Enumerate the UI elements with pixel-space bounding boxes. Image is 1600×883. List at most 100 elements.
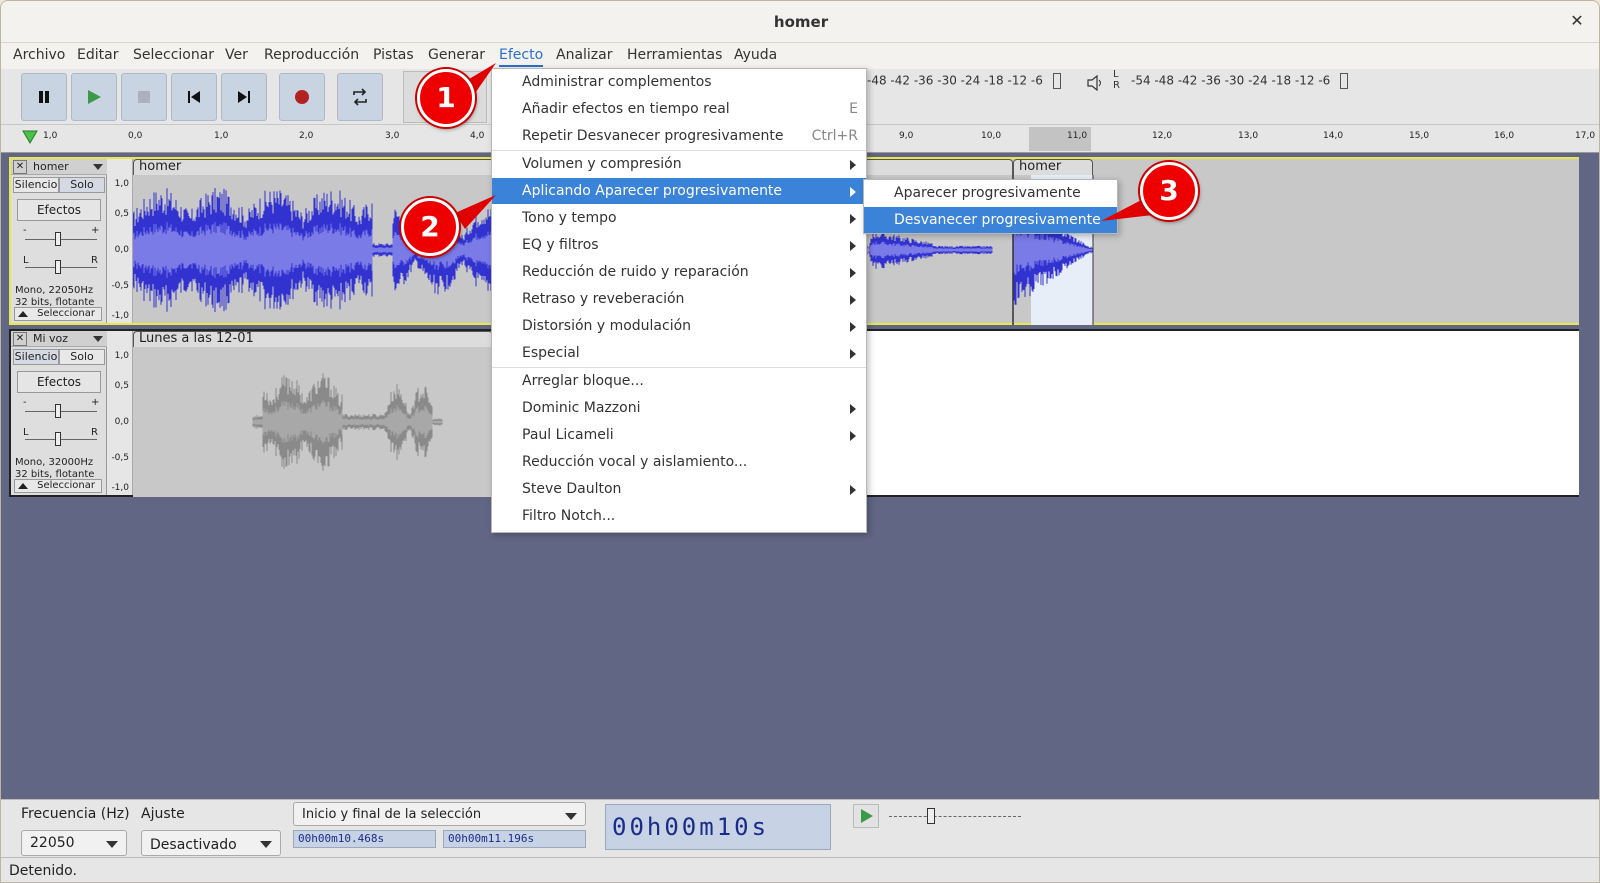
play-button[interactable] xyxy=(71,73,117,121)
mute-button[interactable]: Silencio xyxy=(13,349,59,365)
menu-herramientas[interactable]: Herramientas xyxy=(627,47,722,63)
menu-item-dominic-mazzoni[interactable]: Dominic Mazzoni xyxy=(492,395,866,421)
menu-item-steve-daulton[interactable]: Steve Daulton xyxy=(492,476,866,502)
menu-efecto[interactable]: Efecto xyxy=(499,47,544,67)
window-title: homer xyxy=(773,13,829,31)
ruler-tick: 1,0 xyxy=(43,131,58,141)
menu-item-reduccion-vocal[interactable]: Reducción vocal y aislamiento... xyxy=(492,449,866,475)
track-name-bar[interactable]: ✕ homer xyxy=(11,159,107,175)
speaker-icon[interactable] xyxy=(1086,74,1106,97)
skip-start-button[interactable] xyxy=(171,73,217,121)
menu-item-tono-tempo[interactable]: Tono y tempo xyxy=(492,205,866,231)
vertical-scale[interactable]: 1,0 0,5 0,0 -0,5 -1,0 xyxy=(107,331,133,495)
effects-button[interactable]: Efectos xyxy=(17,371,101,393)
ruler-tick: 0,0 xyxy=(128,131,143,141)
scale-label: -1,0 xyxy=(111,311,129,321)
record-meter-handle[interactable] xyxy=(1052,73,1061,89)
effects-button[interactable]: Efectos xyxy=(17,199,101,221)
play-at-speed-button[interactable] xyxy=(853,804,879,828)
play-speed-handle[interactable] xyxy=(927,808,935,824)
play-meter-scale: -54 -48 -42 -36 -30 -24 -18 -12 -6 xyxy=(1131,73,1331,88)
scale-label: 1,0 xyxy=(114,351,129,361)
record-meter[interactable]: -48 -42 -36 -30 -24 -18 -12 -6 xyxy=(867,73,1061,95)
menu-item-eq-filtros[interactable]: EQ y filtros xyxy=(492,232,866,258)
mute-button[interactable]: Silencio xyxy=(13,177,59,193)
play-meter[interactable]: -54 -48 -42 -36 -30 -24 -18 -12 -6 xyxy=(1131,73,1349,95)
menu-item-reduccion-ruido[interactable]: Reducción de ruido y reparación xyxy=(492,259,866,285)
pan-left-label: L xyxy=(23,427,29,438)
gain-slider-handle[interactable] xyxy=(55,404,61,418)
menu-reproduccion[interactable]: Reproducción xyxy=(264,47,359,63)
menu-item-anadir-efectos[interactable]: Añadir efectos en tiempo real E xyxy=(492,96,866,122)
track-name-bar[interactable]: ✕ Mi voz xyxy=(11,331,107,347)
menu-item-aplicando-aparecer[interactable]: Aplicando Aparecer progresivamente xyxy=(492,178,866,204)
pan-slider-handle[interactable] xyxy=(55,432,61,446)
snap-select[interactable]: Desactivado xyxy=(141,830,281,856)
vertical-scale[interactable]: 1,0 0,5 0,0 -0,5 -1,0 xyxy=(107,159,133,323)
menu-item-label: Aparecer progresivamente xyxy=(894,185,1081,201)
menu-pistas[interactable]: Pistas xyxy=(373,47,414,63)
close-track-icon[interactable]: ✕ xyxy=(13,332,27,346)
pan-slider[interactable] xyxy=(25,439,97,440)
solo-button[interactable]: Solo xyxy=(59,349,105,365)
skip-end-button[interactable] xyxy=(221,73,267,121)
stop-button[interactable] xyxy=(121,73,167,121)
annotation-badge-2: 2 xyxy=(401,198,459,256)
menu-item-repetir[interactable]: Repetir Desvanecer progresivamente Ctrl+R xyxy=(492,123,866,149)
menu-item-especial[interactable]: Especial xyxy=(492,340,866,366)
pan-slider-handle[interactable] xyxy=(55,260,61,274)
menu-analizar[interactable]: Analizar xyxy=(556,47,613,63)
menu-item-distorsion[interactable]: Distorsión y modulación xyxy=(492,313,866,339)
clip-header[interactable]: Lunes a las 12-01 xyxy=(133,331,493,347)
clip-header[interactable]: homer xyxy=(1013,159,1093,175)
skip-start-icon xyxy=(188,91,200,103)
selection-start-time[interactable]: 00h00m10.468s xyxy=(293,830,436,848)
menu-item-label: Repetir Desvanecer progresivamente xyxy=(522,128,784,144)
select-track-button[interactable]: Seleccionar xyxy=(14,307,102,321)
collapse-icon[interactable] xyxy=(18,311,28,317)
chevron-right-icon xyxy=(850,404,856,414)
menu-ayuda[interactable]: Ayuda xyxy=(734,47,777,63)
menu-item-retraso[interactable]: Retraso y reveberación xyxy=(492,286,866,312)
menu-archivo[interactable]: Archivo xyxy=(13,47,65,63)
pan-right-label: R xyxy=(91,427,98,438)
menu-item-arreglar-bloque[interactable]: Arreglar bloque... xyxy=(492,368,866,394)
rate-select[interactable]: 22050 xyxy=(21,830,127,856)
gain-slider[interactable] xyxy=(25,411,97,412)
selection-mode-select[interactable]: Inicio y final de la selección xyxy=(293,802,586,826)
play-speed-slider[interactable] xyxy=(889,816,1021,817)
collapse-icon[interactable] xyxy=(18,483,28,489)
select-track-button[interactable]: Seleccionar xyxy=(14,479,102,493)
submenu-item-aparecer[interactable]: Aparecer progresivamente xyxy=(864,180,1117,206)
chevron-down-icon[interactable] xyxy=(93,336,103,342)
chevron-down-icon xyxy=(565,813,577,820)
pause-button[interactable] xyxy=(21,73,67,121)
menu-editar[interactable]: Editar xyxy=(77,47,118,63)
pan-slider[interactable] xyxy=(25,267,97,268)
track-name: Mi voz xyxy=(33,332,69,345)
play-head-icon[interactable] xyxy=(21,129,39,145)
chevron-down-icon[interactable] xyxy=(93,164,103,170)
menu-ver[interactable]: Ver xyxy=(225,47,248,63)
select-track-label: Seleccionar xyxy=(37,308,95,319)
record-button[interactable] xyxy=(279,73,325,121)
gain-slider[interactable] xyxy=(25,239,97,240)
menu-item-label: Reducción vocal y aislamiento... xyxy=(522,454,748,470)
menu-seleccionar[interactable]: Seleccionar xyxy=(133,47,214,63)
close-icon[interactable]: ✕ xyxy=(1567,11,1587,31)
menu-item-volumen-compresion[interactable]: Volumen y compresión xyxy=(492,151,866,177)
audio-position-display[interactable]: 00h00m10s xyxy=(605,804,831,850)
selection-end-time[interactable]: 00h00m11.196s xyxy=(443,830,586,848)
menu-item-paul-licameli[interactable]: Paul Licameli xyxy=(492,422,866,448)
solo-button[interactable]: Solo xyxy=(59,177,105,193)
menu-item-administrar-complementos[interactable]: Administrar complementos xyxy=(492,69,866,95)
stop-icon xyxy=(138,91,150,103)
play-meter-handle[interactable] xyxy=(1340,73,1349,89)
chevron-right-icon xyxy=(850,214,856,224)
submenu-item-desvanecer[interactable]: Desvanecer progresivamente xyxy=(864,207,1117,233)
chevron-right-icon xyxy=(850,349,856,359)
menu-item-filtro-notch[interactable]: Filtro Notch... xyxy=(492,503,866,529)
close-track-icon[interactable]: ✕ xyxy=(13,160,27,174)
loop-button[interactable] xyxy=(337,73,383,121)
gain-slider-handle[interactable] xyxy=(55,232,61,246)
